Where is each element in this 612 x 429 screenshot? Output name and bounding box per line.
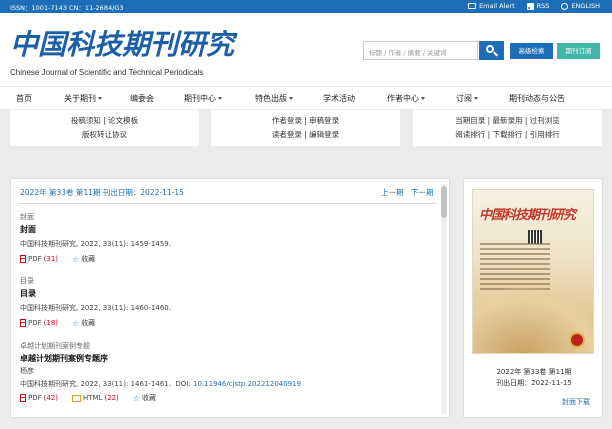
- journal-logo[interactable]: 中国科技期刊研究: [10, 23, 234, 63]
- article-citation: 中国科技期刊研究, 2022, 33(11): 1461-1461. DOI: …: [20, 380, 302, 388]
- globe-icon: [561, 2, 569, 10]
- english-label: ENGLISH: [571, 2, 600, 10]
- list-item: 封面 封面 中国科技期刊研究, 2022, 33(11): 1459-1459.…: [20, 212, 435, 270]
- quick-links-login: 作者登录 | 审稿登录 读者登录 | 编辑登录: [211, 110, 400, 146]
- pdf-icon: [20, 319, 26, 327]
- article-title[interactable]: 卓越计划期刊案例专题序: [20, 353, 108, 364]
- pdf-download-link[interactable]: PDF (42): [20, 394, 58, 402]
- chevron-down-icon: [474, 97, 478, 100]
- email-alert-label: Email Alert: [479, 2, 515, 10]
- divider: [18, 203, 436, 204]
- issue-header: 2022年 第33卷 第11期 刊出日期：2022-11-15: [20, 188, 184, 197]
- nav-item-editorial-board[interactable]: 编委会: [130, 93, 154, 104]
- html-icon: [72, 394, 82, 402]
- chevron-down-icon: [218, 97, 222, 100]
- mail-icon: [468, 3, 477, 9]
- quick-links-row[interactable]: 版权转让协议: [10, 129, 199, 140]
- journal-english-name: Chinese Journal of Scientific and Techni…: [10, 68, 204, 77]
- quick-links-browse: 当期目录 | 最新录用 | 过刊浏览 阅读排行 | 下载排行 | 引用排行: [413, 110, 602, 146]
- nav-item-about[interactable]: 关于期刊: [64, 93, 102, 104]
- nav-item-journal-center[interactable]: 期刊中心: [184, 93, 222, 104]
- article-category: 封面: [20, 213, 34, 221]
- scrollbar-track[interactable]: [441, 184, 447, 414]
- star-icon: ☆: [72, 254, 80, 264]
- rss-label: RSS: [536, 2, 550, 10]
- issn-text: ISSN：1001-7143 CN：11-2684/G3: [10, 4, 124, 12]
- star-icon: ☆: [72, 318, 80, 328]
- rss-link[interactable]: RSS: [526, 2, 550, 10]
- pdf-download-link[interactable]: PDF (31): [20, 255, 58, 263]
- nav-item-news[interactable]: 期刊动态与公告: [509, 93, 565, 104]
- chevron-down-icon: [289, 97, 293, 100]
- article-category: 卓越计划期刊案例专题: [20, 342, 90, 350]
- cover-issue-caption: 2022年 第33卷 第11期: [496, 368, 572, 376]
- favorite-button[interactable]: ☆ 收藏: [72, 254, 95, 264]
- site-header: 中国科技期刊研究 Chinese Journal of Scientific a…: [0, 13, 612, 86]
- advanced-search-button[interactable]: 高级检索: [510, 43, 553, 59]
- cover-image[interactable]: 中国科技期刊研究: [472, 189, 594, 354]
- next-issue-link[interactable]: 下一期: [411, 187, 434, 198]
- list-item: 目录 目录 中国科技期刊研究, 2022, 33(11): 1460-1460.…: [20, 276, 435, 334]
- main-nav: 首页 关于期刊 编委会 期刊中心 特色出版 学术活动 作者中心 订阅 期刊动态与…: [0, 86, 612, 109]
- top-bar: ISSN：1001-7143 CN：11-2684/G3 Email Alert…: [0, 0, 612, 13]
- rss-icon: [526, 2, 534, 10]
- quick-links-row[interactable]: 作者登录 | 审稿登录: [211, 115, 400, 126]
- cover-logo: 中国科技期刊研究: [479, 208, 576, 223]
- chevron-down-icon: [98, 97, 102, 100]
- award-seal-icon: [569, 332, 585, 348]
- article-title[interactable]: 目录: [20, 288, 36, 299]
- favorite-button[interactable]: ☆ 收藏: [133, 393, 156, 403]
- article-citation: 中国科技期刊研究, 2022, 33(11): 1459-1459.: [20, 240, 171, 248]
- quick-links-row[interactable]: 当期目录 | 最新录用 | 过刊浏览: [413, 115, 602, 126]
- chevron-down-icon: [421, 97, 425, 100]
- article-title[interactable]: 封面: [20, 224, 36, 235]
- quick-links-author: 投稿须知 | 论文模板 版权转让协议: [10, 110, 199, 146]
- pdf-download-link[interactable]: PDF (18): [20, 319, 58, 327]
- cover-panel: 中国科技期刊研究 2022年 第33卷 第11期 刊出日期：2022-11-15…: [463, 178, 603, 418]
- list-item: 卓越计划期刊案例专题 卓越计划期刊案例专题序 杨彦 中国科技期刊研究, 2022…: [20, 341, 435, 413]
- email-alert-link[interactable]: Email Alert: [468, 2, 515, 10]
- nav-item-author-center[interactable]: 作者中心: [387, 93, 425, 104]
- quick-links-row[interactable]: 阅读排行 | 下载排行 | 引用排行: [413, 129, 602, 140]
- qr-code-icon: [528, 230, 542, 244]
- html-view-link[interactable]: HTML (22): [72, 394, 119, 402]
- star-icon: ☆: [132, 393, 141, 403]
- favorite-button[interactable]: ☆ 收藏: [72, 318, 95, 328]
- nav-item-academic[interactable]: 学术活动: [323, 93, 355, 104]
- pdf-icon: [20, 394, 26, 402]
- article-author[interactable]: 杨彦: [20, 366, 34, 376]
- nav-item-home[interactable]: 首页: [16, 93, 32, 104]
- doi-link[interactable]: 10.11946/cjstp.202212040919: [193, 380, 301, 388]
- cover-date-caption: 刊出日期：2022-11-15: [496, 379, 572, 387]
- article-citation: 中国科技期刊研究, 2022, 33(11): 1460-1460.: [20, 304, 171, 312]
- article-category: 目录: [20, 277, 34, 285]
- cover-download-link[interactable]: 封面下载: [562, 397, 590, 407]
- search-input[interactable]: 标题 / 作者 / 摘要 / 关键词: [363, 41, 478, 60]
- subscribe-button[interactable]: 期刊订阅: [557, 43, 600, 59]
- pdf-icon: [20, 255, 26, 263]
- nav-item-featured[interactable]: 特色出版: [255, 93, 293, 104]
- issue-article-list: 2022年 第33卷 第11期 刊出日期：2022-11-15 上一期 下一期 …: [10, 178, 450, 418]
- english-link[interactable]: ENGLISH: [561, 2, 600, 10]
- quick-links-row[interactable]: 投稿须知 | 论文模板: [10, 115, 199, 126]
- search-button[interactable]: [479, 41, 504, 60]
- nav-item-subscribe[interactable]: 订阅: [456, 93, 478, 104]
- scrollbar-thumb[interactable]: [441, 186, 447, 218]
- prev-issue-link[interactable]: 上一期: [381, 187, 404, 198]
- quick-links-row[interactable]: 读者登录 | 编辑登录: [211, 129, 400, 140]
